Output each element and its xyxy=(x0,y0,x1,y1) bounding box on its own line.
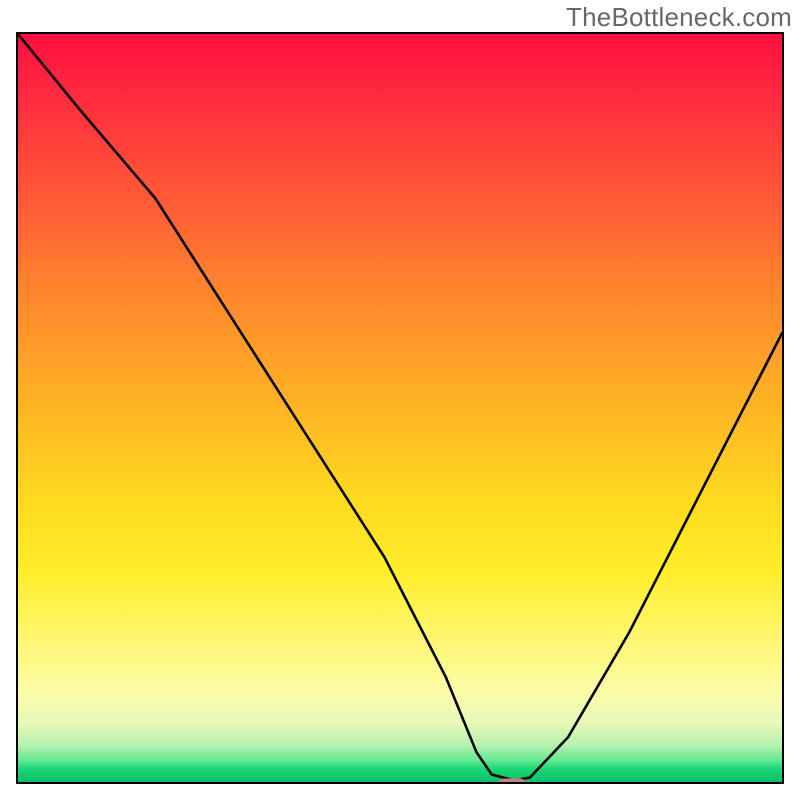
curve-layer xyxy=(18,34,782,782)
chart-stage: TheBottleneck.com xyxy=(0,0,800,800)
optimal-point-marker xyxy=(498,778,526,784)
bottleneck-curve xyxy=(18,34,782,781)
watermark-text: TheBottleneck.com xyxy=(566,2,792,33)
plot-area xyxy=(16,32,784,784)
